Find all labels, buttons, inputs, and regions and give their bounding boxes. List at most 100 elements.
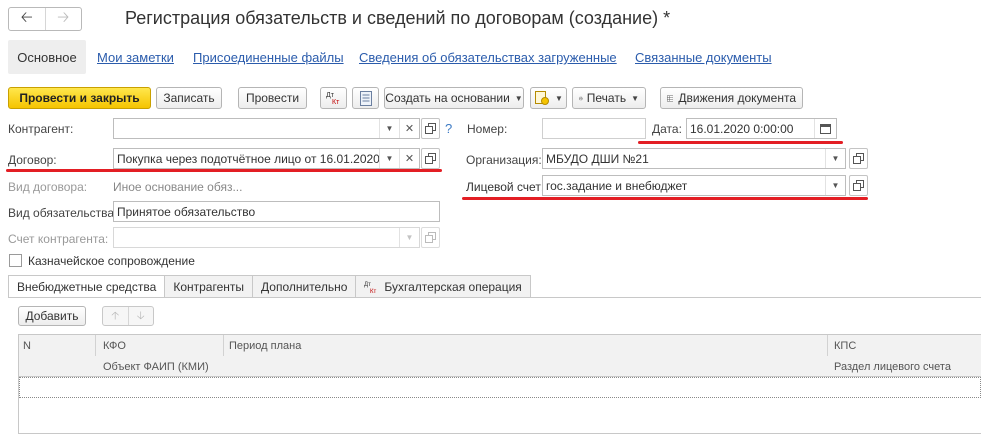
arrow-up-icon: 🡡 — [111, 309, 120, 322]
open-form-icon — [425, 123, 436, 134]
chevron-down-icon: ▼ — [514, 93, 523, 103]
document-movements-button[interactable]: Движения документа — [660, 87, 803, 109]
open-form-icon — [853, 153, 864, 164]
printer-icon — [579, 96, 583, 100]
column-kps[interactable]: КПС — [834, 340, 856, 352]
journal-button[interactable] — [352, 87, 379, 109]
chevron-down-icon[interactable]: ▼ — [825, 176, 845, 195]
add-row-button[interactable]: Добавить — [18, 306, 86, 326]
help-icon[interactable]: ? — [445, 121, 452, 136]
column-faip-object[interactable]: Объект ФАИП (КМИ) — [103, 361, 209, 373]
window-title: Регистрация обязательств и сведений по д… — [125, 8, 671, 28]
contract-input[interactable]: Покупка через подотчётное лицо от 16.01.… — [114, 149, 379, 168]
print-button[interactable]: Печать ▼ — [572, 87, 646, 109]
date-input[interactable]: 16.01.2020 0:00:00 — [687, 119, 814, 138]
treasury-label: Казначейское сопровождение — [28, 254, 195, 268]
counterparty-field[interactable]: ▼ ✕ — [113, 118, 420, 139]
calendar-icon — [820, 124, 831, 134]
document-fill-icon — [535, 91, 550, 105]
contract-highlight — [6, 169, 442, 172]
personal-account-highlight — [462, 197, 868, 200]
save-button[interactable]: Записать — [156, 87, 222, 109]
debit-credit-icon: Дт Кт — [326, 92, 340, 106]
treasury-checkbox[interactable] — [9, 254, 22, 267]
number-input[interactable] — [543, 119, 645, 138]
clear-icon[interactable]: ✕ — [399, 149, 419, 168]
tab-related-documents[interactable]: Связанные документы — [635, 50, 772, 65]
counterparty-account-label: Счет контрагента: — [8, 232, 109, 246]
print-label: Печать — [586, 91, 627, 105]
tab-divider — [8, 297, 981, 298]
chevron-down-icon[interactable]: ▼ — [379, 149, 399, 168]
sub-tabs: Внебюджетные средства Контрагенты Дополн… — [8, 275, 531, 298]
organization-open-button[interactable] — [849, 148, 868, 169]
table-header: N КФО Период плана КПС Объект ФАИП (КМИ)… — [19, 335, 981, 377]
tab-accounting-operation-label: Бухгалтерская операция — [384, 279, 522, 294]
date-field[interactable]: 16.01.2020 0:00:00 — [686, 118, 837, 139]
back-button[interactable]: 🡠 — [9, 8, 45, 30]
column-separator — [223, 335, 224, 356]
accounting-entries-button[interactable]: Дт Кт — [320, 87, 347, 109]
counterparty-open-button[interactable] — [421, 118, 440, 139]
counterparty-account-open-button — [421, 227, 440, 248]
organization-label: Организация: — [466, 153, 542, 167]
column-n[interactable]: N — [23, 340, 31, 352]
tab-accounting-operation[interactable]: Дт Кт Бухгалтерская операция — [356, 275, 531, 298]
contract-type-label: Вид договора: — [8, 180, 88, 194]
obligation-type-field[interactable]: Принятое обязательство — [113, 201, 440, 222]
organization-field[interactable]: МБУДО ДШИ №21 ▼ — [542, 148, 846, 169]
svg-text:Кт: Кт — [332, 99, 340, 106]
move-buttons: 🡡 🡣 — [102, 306, 154, 326]
obligations-table[interactable]: N КФО Период плана КПС Объект ФАИП (КМИ)… — [18, 334, 981, 434]
counterparty-label: Контрагент: — [8, 122, 74, 136]
contract-label: Договор: — [8, 153, 57, 167]
table-icon — [667, 95, 674, 101]
counterparty-account-input — [114, 228, 399, 247]
chevron-down-icon: ▼ — [631, 93, 639, 103]
chevron-down-icon[interactable]: ▼ — [825, 149, 845, 168]
contract-field[interactable]: Покупка через подотчётное лицо от 16.01.… — [113, 148, 420, 169]
post-button[interactable]: Провести — [238, 87, 307, 109]
organization-input[interactable]: МБУДО ДШИ №21 — [543, 149, 825, 168]
contract-open-button[interactable] — [421, 148, 440, 169]
obligation-type-input[interactable]: Принятое обязательство — [114, 202, 439, 221]
arrow-left-icon: 🡠 — [20, 8, 33, 26]
date-highlight — [638, 141, 843, 144]
tab-extrabudgetary-funds[interactable]: Внебюджетные средства — [8, 275, 166, 298]
column-kfo[interactable]: КФО — [103, 340, 126, 352]
create-based-on-button[interactable]: Создать на основании ▼ — [384, 87, 524, 109]
personal-account-open-button[interactable] — [849, 175, 868, 196]
chevron-down-icon[interactable]: ▼ — [379, 119, 399, 138]
number-field[interactable] — [542, 118, 646, 139]
tab-additional[interactable]: Дополнительно — [253, 275, 357, 298]
column-separator — [827, 335, 828, 356]
debit-credit-icon: Дт Кт — [364, 282, 376, 294]
personal-account-input[interactable]: гос.задание и внебюджет — [543, 176, 825, 195]
counterparty-input[interactable] — [114, 119, 379, 138]
calendar-button[interactable] — [814, 119, 836, 138]
arrow-right-icon: 🡢 — [57, 8, 70, 26]
post-and-close-button[interactable]: Провести и закрыть — [8, 87, 151, 109]
date-label: Дата: — [652, 122, 682, 136]
document-movements-label: Движения документа — [678, 91, 796, 105]
tab-my-notes[interactable]: Мои заметки — [97, 50, 174, 65]
fill-menu-button[interactable]: ▼ — [530, 87, 567, 109]
move-down-button[interactable]: 🡣 — [127, 307, 154, 325]
arrow-down-icon: 🡣 — [136, 309, 145, 322]
open-form-icon — [425, 232, 436, 243]
clear-icon[interactable]: ✕ — [399, 119, 419, 138]
tab-counterparties[interactable]: Контрагенты — [165, 275, 254, 298]
column-account-section[interactable]: Раздел лицевого счета — [834, 361, 951, 373]
svg-text:Кт: Кт — [370, 289, 376, 294]
chevron-down-icon: ▼ — [399, 228, 419, 247]
tab-main[interactable]: Основное — [8, 40, 86, 74]
table-row[interactable] — [19, 377, 981, 398]
column-separator — [95, 335, 96, 356]
personal-account-field[interactable]: гос.задание и внебюджет ▼ — [542, 175, 846, 196]
tab-loaded-obligations[interactable]: Сведения об обязательствах загруженные — [359, 50, 617, 65]
obligation-type-label: Вид обязательства: — [8, 206, 118, 220]
tab-attached-files[interactable]: Присоединенные файлы — [193, 50, 344, 65]
move-up-button[interactable]: 🡡 — [103, 307, 128, 325]
column-plan-period[interactable]: Период плана — [229, 340, 301, 352]
forward-button[interactable]: 🡢 — [44, 8, 82, 30]
